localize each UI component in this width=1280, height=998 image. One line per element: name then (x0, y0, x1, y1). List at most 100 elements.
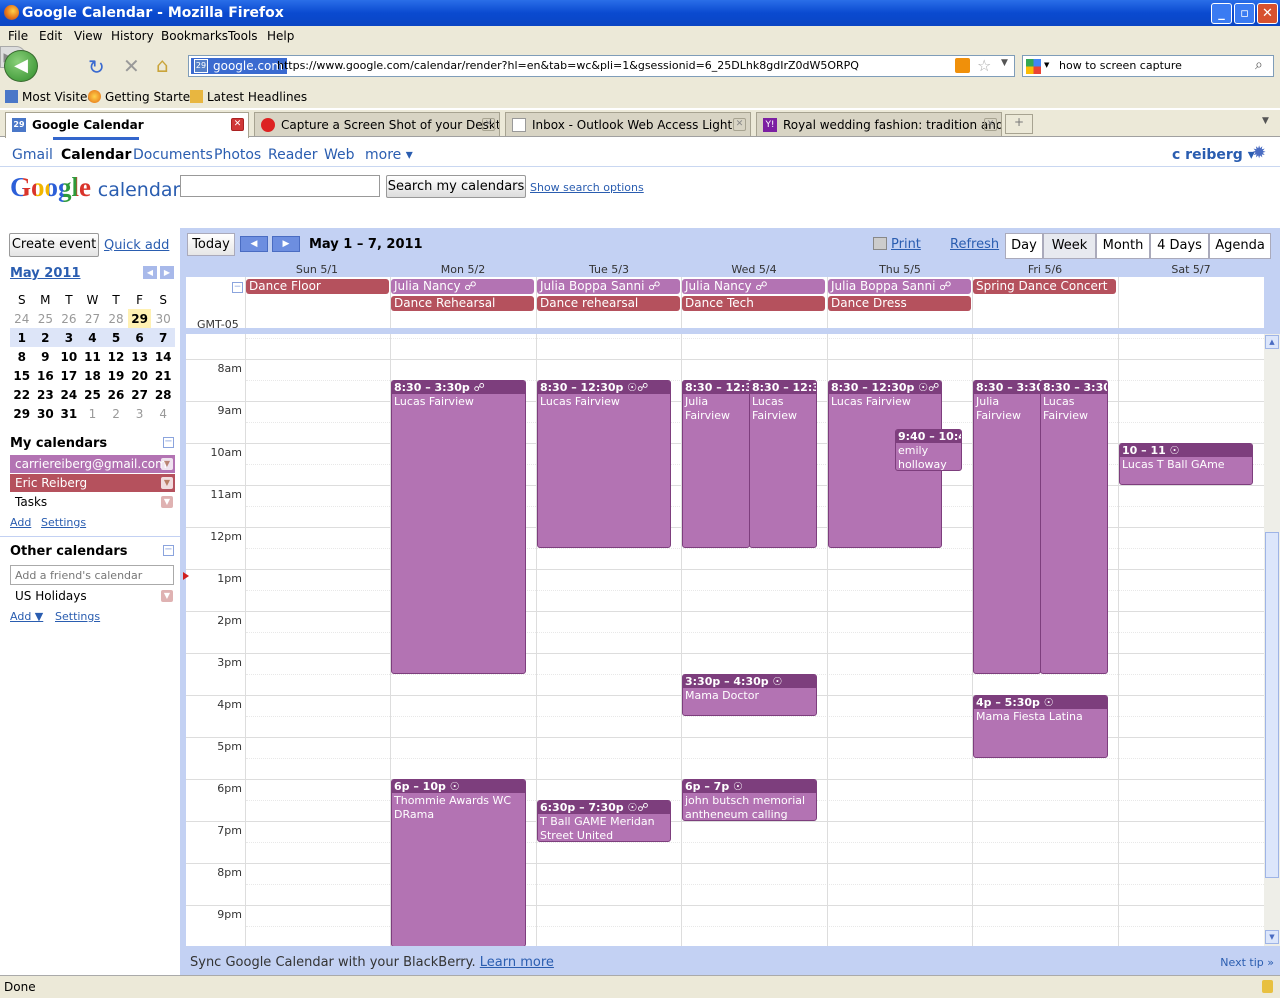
calendar-event[interactable]: 8:30 – 12:30p ☉☍ Lucas Fairview (537, 380, 671, 548)
mini-day[interactable]: 27 (128, 385, 152, 404)
gbar-gmail[interactable]: Gmail (12, 147, 53, 163)
next-tip-link[interactable]: Next tip » (1220, 956, 1274, 969)
mini-day[interactable]: 9 (34, 347, 58, 366)
mini-day[interactable]: 27 (81, 309, 105, 328)
create-event-button[interactable]: Create event (9, 233, 99, 257)
gbar-web[interactable]: Web (324, 147, 355, 163)
mini-day[interactable]: 24 (57, 385, 81, 404)
minimize-button[interactable]: _ (1211, 3, 1232, 24)
day-header[interactable]: Wed 5/4 (681, 263, 827, 276)
mini-day[interactable]: 1 (81, 404, 105, 423)
mini-calendar-title[interactable]: May 2011 (10, 266, 81, 281)
mini-day[interactable]: 26 (57, 309, 81, 328)
menu-file[interactable]: File (8, 29, 28, 43)
calendar-event[interactable]: 3:30p – 4:30p ☉ Mama Doctor (682, 674, 817, 716)
mini-prev-icon[interactable]: ◀ (143, 266, 157, 279)
print-link[interactable]: Print (891, 237, 921, 252)
view-tab-agenda[interactable]: Agenda (1209, 233, 1271, 259)
calendar-item-carrie[interactable]: carriereiberg@gmail.com ▼ (10, 455, 175, 473)
other-calendars-heading[interactable]: Other calendars (10, 544, 128, 559)
calendar-item-tasks[interactable]: Tasks ▼ (10, 493, 175, 511)
allday-event[interactable]: Dance rehearsal (537, 296, 680, 311)
dropdown-icon[interactable]: ▼ (161, 496, 173, 508)
mini-day[interactable]: 17 (57, 366, 81, 385)
calendar-event[interactable]: 8:30 – 3:30p ☍ Lucas Fairview (391, 380, 526, 674)
gear-icon[interactable]: ✹ (1252, 143, 1266, 163)
allday-event[interactable]: Dance Tech (682, 296, 825, 311)
calendar-item-us-holidays[interactable]: US Holidays ▼ (10, 587, 175, 605)
calendar-event[interactable]: 8:30 – 12:30pLucas Fairview (749, 380, 817, 548)
menu-edit[interactable]: Edit (39, 29, 62, 43)
user-menu[interactable]: c reiberg ▾ (1172, 147, 1255, 163)
view-tab-week[interactable]: Week (1043, 233, 1096, 259)
day-header[interactable]: Thu 5/5 (827, 263, 973, 276)
calendar-event[interactable]: 10 – 11 ☉ Lucas T Ball GAme (1119, 443, 1253, 485)
lock-icon[interactable] (1262, 980, 1273, 993)
mini-day[interactable]: 5 (104, 328, 128, 347)
mini-day[interactable]: 25 (81, 385, 105, 404)
tab-list-icon[interactable]: ▼ (1262, 116, 1269, 126)
mini-day[interactable]: 29 (127, 309, 152, 328)
calendar-event[interactable]: 6p – 7p ☉ john butsch memorial antheneum … (682, 779, 817, 821)
allday-event[interactable]: Julia Boppa Sanni ☍ (828, 279, 971, 294)
mini-day[interactable]: 13 (128, 347, 152, 366)
mini-day[interactable]: 31 (57, 404, 81, 423)
calendar-event[interactable]: 8:30 – 3:30pLucas Fairview (1040, 380, 1108, 674)
add-calendar-link[interactable]: Add (10, 516, 31, 529)
calendar-event[interactable]: 6p – 10p ☉ Thommie Awards WC DRama (391, 779, 526, 946)
mini-day[interactable]: 29 (10, 404, 34, 423)
menu-help[interactable]: Help (267, 29, 294, 43)
calendar-event[interactable]: 4p – 5:30p ☉ Mama Fiesta Latina (973, 695, 1108, 758)
mini-day[interactable]: 2 (33, 328, 58, 347)
mini-day[interactable]: 26 (104, 385, 128, 404)
view-tab-4days[interactable]: 4 Days (1150, 233, 1209, 259)
view-tab-month[interactable]: Month (1096, 233, 1150, 259)
mini-day[interactable]: 23 (34, 385, 58, 404)
gbar-reader[interactable]: Reader (268, 147, 318, 163)
view-tab-day[interactable]: Day (1005, 233, 1043, 259)
google-search-engine-icon[interactable] (1026, 59, 1041, 74)
collapse-icon[interactable]: − (163, 545, 174, 556)
close-tab-icon[interactable]: ✕ (733, 118, 746, 131)
calendar-search-input[interactable] (180, 175, 380, 197)
calendar-item-eric[interactable]: Eric Reiberg ▼ (10, 474, 175, 492)
menu-view[interactable]: View (74, 29, 102, 43)
scroll-thumb[interactable] (1265, 532, 1279, 878)
close-window-button[interactable]: ✕ (1257, 3, 1278, 24)
magnifier-icon[interactable]: ⌕ (1255, 57, 1263, 73)
mini-day[interactable]: 20 (128, 366, 152, 385)
learn-more-link[interactable]: Learn more (480, 955, 554, 970)
collapse-icon[interactable]: − (163, 437, 174, 448)
search-my-calendars-button[interactable]: Search my calendars (386, 175, 526, 198)
stop-icon[interactable]: ✕ (123, 54, 140, 78)
gbar-calendar[interactable]: Calendar (52, 137, 140, 163)
printer-icon[interactable] (873, 237, 887, 250)
mini-day[interactable]: 16 (34, 366, 58, 385)
bookmark-latest-headlines[interactable]: Latest Headlines (190, 90, 307, 104)
tab-royal-wedding[interactable]: Y! Royal wedding fashion: tradition and … (756, 112, 1002, 136)
bookmark-most-visited[interactable]: Most Visited (5, 90, 95, 104)
day-header[interactable]: Mon 5/2 (390, 263, 536, 276)
tab-outlook-inbox[interactable]: Inbox - Outlook Web Access Light ✕ (505, 112, 751, 136)
mini-day[interactable]: 4 (151, 404, 175, 423)
show-search-options-link[interactable]: Show search options (530, 181, 644, 194)
other-settings-link[interactable]: Settings (55, 610, 100, 623)
menu-history[interactable]: History (111, 29, 154, 43)
allday-event[interactable]: Julia Boppa Sanni ☍ (537, 279, 680, 294)
allday-event[interactable]: Spring Dance Concert (973, 279, 1116, 294)
google-calendar-logo[interactable]: Google calendar (10, 172, 180, 203)
calendar-event[interactable]: 9:40 – 10:40emily holloway (895, 429, 962, 471)
dropdown-icon[interactable]: ▼ (161, 477, 173, 489)
back-button[interactable]: ◀ (4, 50, 38, 82)
calendar-event[interactable]: 8:30 – 12:30pJulia Fairview (682, 380, 750, 548)
gbar-photos[interactable]: Photos (214, 147, 261, 163)
mini-day[interactable]: 19 (104, 366, 128, 385)
maximize-button[interactable]: ▫ (1234, 3, 1255, 24)
menu-bookmarks[interactable]: Bookmarks (161, 29, 228, 43)
scroll-up-icon[interactable]: ▲ (1265, 335, 1279, 349)
dropdown-icon[interactable]: ▼ (161, 458, 173, 470)
calendar-event[interactable]: 8:30 – 3:30pJulia Fairview (973, 380, 1041, 674)
allday-event[interactable]: Julia Nancy ☍ (391, 279, 534, 294)
mini-day[interactable]: 3 (57, 328, 81, 347)
mini-day[interactable]: 12 (104, 347, 128, 366)
